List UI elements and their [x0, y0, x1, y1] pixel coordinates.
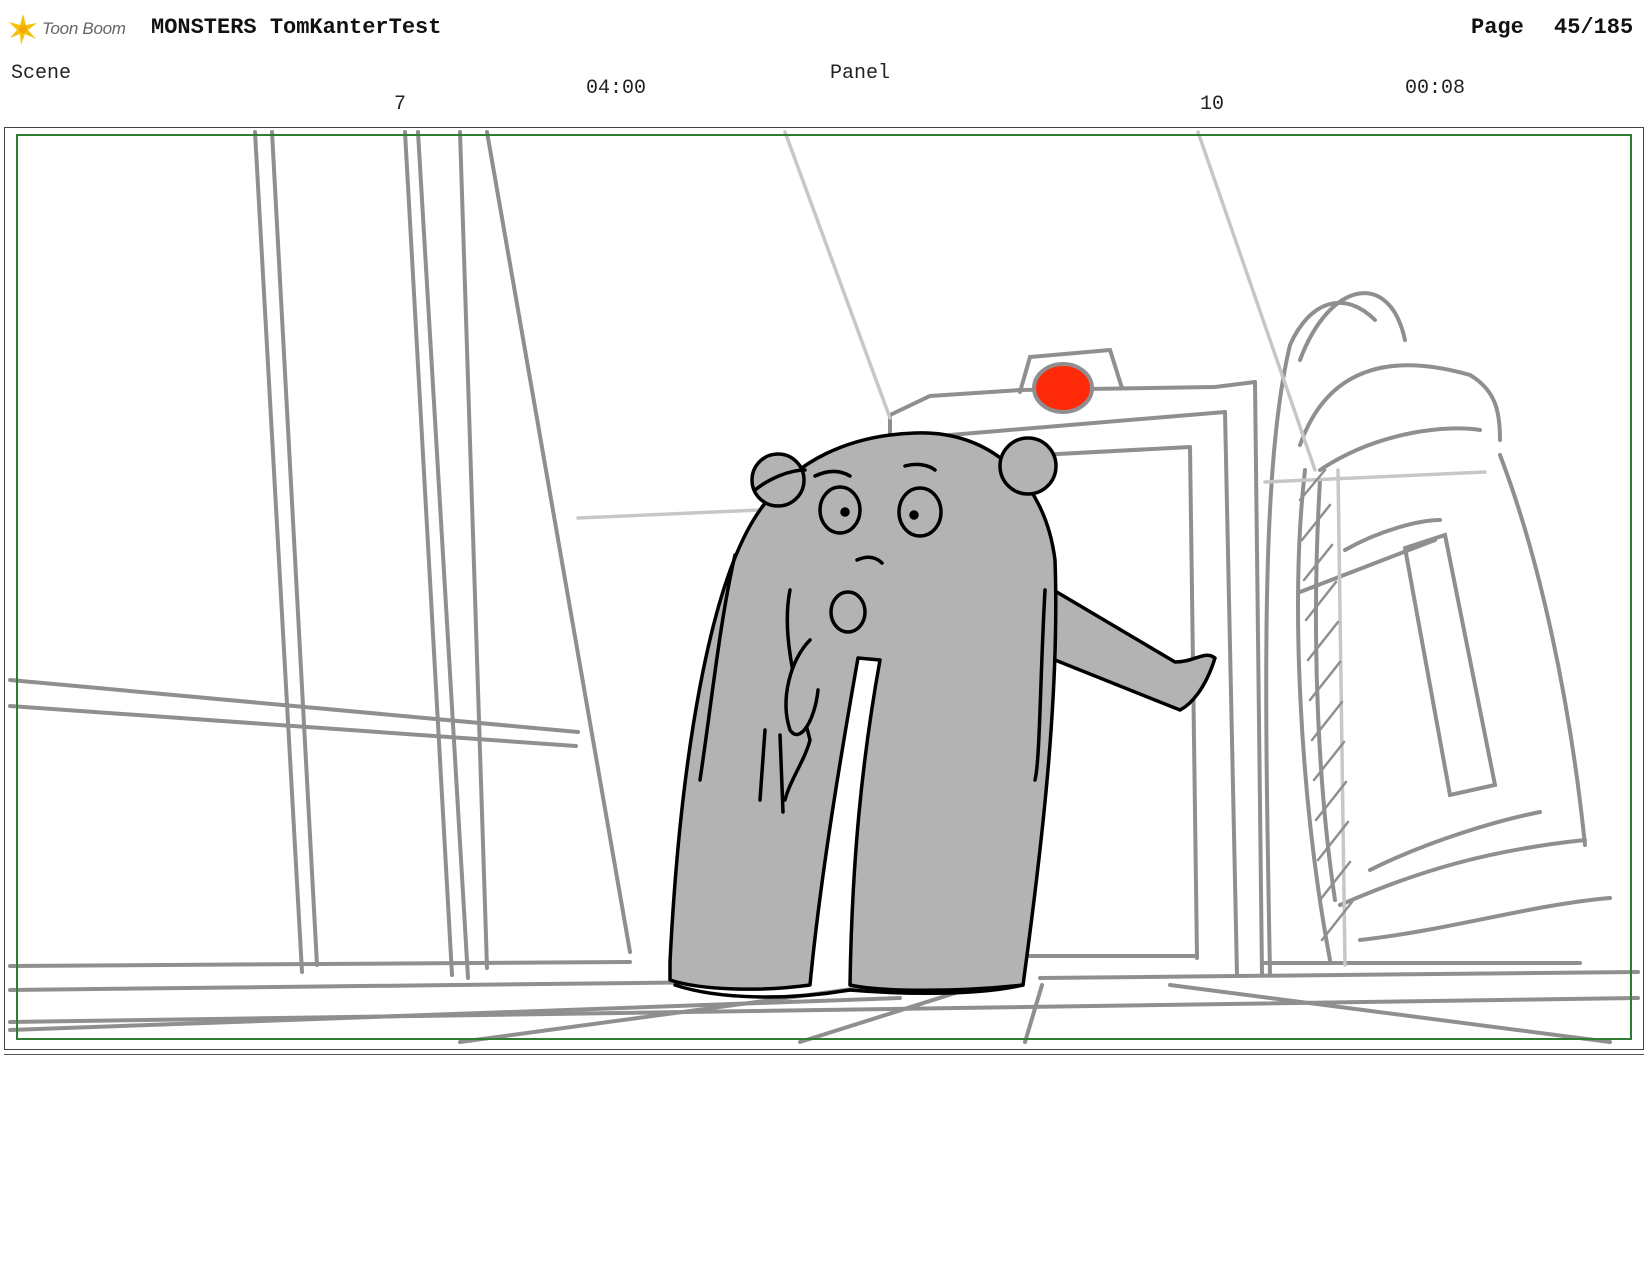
page-counter: 45/185 — [1554, 15, 1634, 40]
logo-wordmark: Toon Boom — [42, 19, 126, 38]
scene-number: 7 — [394, 93, 407, 116]
panel-duration: 00:08 — [1405, 77, 1466, 100]
storyboard-header: Toon Boom MONSTERS TomKanterTest Page 45… — [0, 0, 1648, 58]
safe-area-frame — [16, 134, 1632, 1040]
starburst-icon — [9, 14, 37, 45]
panel-label: Panel — [830, 62, 891, 85]
scene-label: Scene — [11, 62, 72, 85]
project-title: MONSTERS TomKanterTest — [151, 15, 442, 40]
scene-duration: 04:00 — [586, 77, 647, 100]
panel-number: 10 — [1200, 93, 1225, 116]
panel-divider — [4, 1054, 1644, 1055]
page-label: Page — [1471, 15, 1524, 40]
toon-boom-logo: Toon Boom — [8, 12, 126, 46]
